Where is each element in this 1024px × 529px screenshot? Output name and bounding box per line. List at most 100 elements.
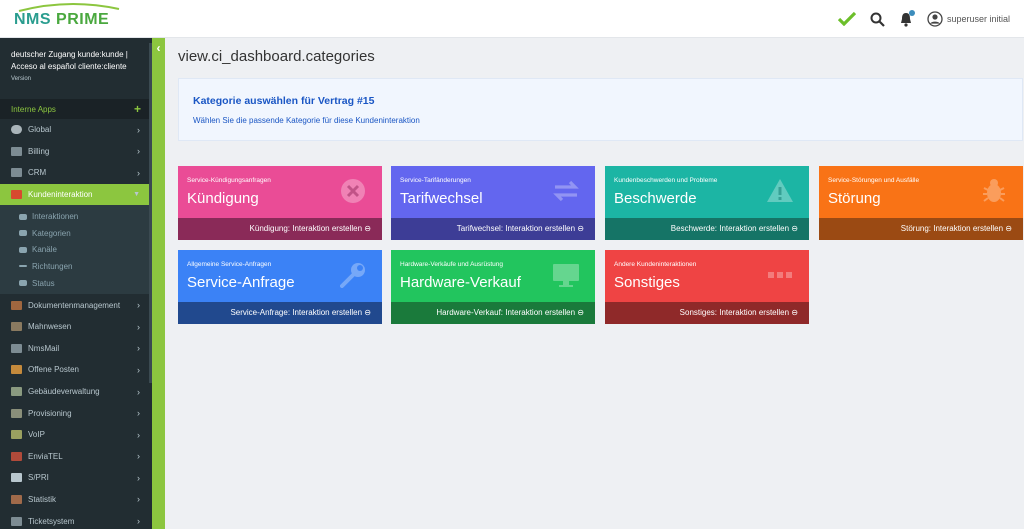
sidebar-item-kundeninteraktion[interactable]: Kundeninteraktion ▼ [0, 183, 152, 206]
sidebar-item-billing[interactable]: Billing › [0, 141, 152, 163]
crm-icon [11, 168, 22, 178]
box-title: Service-Anfrage [187, 274, 295, 291]
box-subtitle: Hardware-Verkäufe und Ausrüstung [400, 261, 503, 268]
sidebar-item-global[interactable]: Global › [0, 119, 152, 141]
box-footer-link[interactable]: Service-Anfrage: Interaktion erstellen ⊖ [178, 302, 382, 324]
box-body: Kundenbeschwerden und Probleme Beschwerd… [605, 166, 809, 218]
callout-title: Kategorie auswählen für Vertrag #15 [193, 95, 375, 107]
status-ok-icon[interactable] [837, 0, 856, 38]
search-icon[interactable] [870, 0, 885, 38]
document-icon [11, 300, 22, 310]
sidebar-item-spri[interactable]: S/PRI › [0, 467, 152, 489]
sidebar-item-label: Dokumentenmanagement [28, 300, 121, 310]
comments-icon [19, 246, 27, 253]
box-footer-link[interactable]: Beschwerde: Interaktion erstellen ⊖ [605, 218, 809, 240]
box-footer-link[interactable]: Tarifwechsel: Interaktion erstellen ⊖ [391, 218, 595, 240]
box-body: Allgemeine Service-Anfragen Service-Anfr… [178, 250, 382, 302]
chevron-right-icon: › [137, 451, 140, 462]
sidebar-item-label: NmsMail [28, 343, 60, 353]
warning-icon [767, 179, 793, 202]
box-body: Service-Störungen und Ausfälle Störung [819, 166, 1023, 218]
sidebar-subitem-kategorien[interactable]: Kategorien [0, 225, 152, 242]
sidebar-item-nmsmail[interactable]: NmsMail › [0, 338, 152, 360]
bug-icon [983, 179, 1005, 202]
chevron-right-icon: › [137, 300, 140, 311]
subitem-label: Kanäle [32, 245, 57, 255]
add-app-icon[interactable]: + [134, 102, 141, 116]
box-title: Störung [828, 190, 881, 207]
section-header-interne-apps: Interne Apps + [0, 99, 152, 119]
user-menu[interactable]: superuser initial [927, 0, 1020, 38]
chevron-right-icon: › [137, 386, 140, 397]
sidebar: deutscher Zugang kunde:kunde | Acceso al… [0, 38, 152, 529]
chevron-right-icon: › [137, 516, 140, 527]
sidebar-item-label: Offene Posten [28, 365, 79, 375]
box-body: Andere Kundeninteraktionen Sonstiges [605, 250, 809, 302]
sidebar-item-crm[interactable]: CRM › [0, 162, 152, 184]
sidebar-subitem-interaktionen[interactable]: Interaktionen [0, 208, 152, 225]
bell-icon[interactable] [899, 0, 915, 38]
top-navbar: NMS PRIME superuser initial [0, 0, 1024, 38]
category-box-stoerung: Service-Störungen und Ausfälle Störung S… [819, 166, 1023, 240]
box-title: Tarifwechsel [400, 190, 483, 207]
mail-icon [11, 343, 22, 353]
box-subtitle: Service-Tarifänderungen [400, 177, 471, 184]
chevron-right-icon: › [137, 364, 140, 375]
sidebar-item-voip[interactable]: VoIP › [0, 424, 152, 446]
user-panel-line2: Acceso al español cliente:cliente [11, 62, 127, 71]
sidebar-item-statistik[interactable]: Statistik › [0, 489, 152, 511]
sidebar-item-label: Statistik [28, 494, 57, 504]
sidebar-item-offene-posten[interactable]: Offene Posten › [0, 359, 152, 381]
chevron-right-icon: › [137, 494, 140, 505]
sidebar-subitem-status[interactable]: Status [0, 275, 152, 292]
ticket-icon [11, 516, 22, 526]
box-footer-link[interactable]: Sonstiges: Interaktion erstellen ⊖ [605, 302, 809, 324]
sidebar-item-label: EnviaTEL [28, 451, 63, 461]
sidebar-item-label: CRM [28, 168, 47, 178]
user-panel: deutscher Zugang kunde:kunde | Acceso al… [0, 38, 152, 98]
sidebar-item-enviatel[interactable]: EnviaTEL › [0, 446, 152, 468]
category-box-beschwerde: Kundenbeschwerden und Probleme Beschwerd… [605, 166, 809, 240]
sidebar-subitem-kanaele[interactable]: Kanäle [0, 242, 152, 259]
arrows-h-icon [19, 265, 27, 268]
sidebar-subitem-richtungen[interactable]: Richtungen [0, 258, 152, 275]
category-box-tarifwechsel: Service-Tarifänderungen Tarifwechsel Tar… [391, 166, 595, 240]
provisioning-icon [11, 408, 22, 418]
subitem-label: Interaktionen [32, 212, 79, 222]
sidebar-item-dokumentenmanagement[interactable]: Dokumentenmanagement › [0, 294, 152, 316]
subitem-label: Kategorien [32, 228, 71, 238]
sidebar-collapse-icon[interactable]: ‹ [152, 40, 165, 56]
sidebar-item-label: Gebäudeverwaltung [28, 387, 100, 397]
sidebar-item-label: VoIP [28, 430, 45, 440]
subitem-label: Status [32, 278, 55, 288]
sidebar-item-label: Billing [28, 146, 50, 156]
flag-icon [19, 280, 27, 287]
box-footer-link[interactable]: Hardware-Verkauf: Interaktion erstellen … [391, 302, 595, 324]
enviatel-icon [11, 451, 22, 461]
bar-chart-icon [11, 494, 22, 504]
sidebar-item-mahnwesen[interactable]: Mahnwesen › [0, 316, 152, 338]
sidebar-item-gebaeudeverwaltung[interactable]: Gebäudeverwaltung › [0, 381, 152, 403]
sidebar-item-label: Ticketsystem [28, 516, 75, 526]
box-subtitle: Kundenbeschwerden und Probleme [614, 177, 718, 184]
submenu-kundeninteraktion: Interaktionen Kategorien Kanäle Richtung… [0, 205, 152, 295]
chevron-right-icon: › [137, 124, 140, 135]
chevron-right-icon: › [137, 343, 140, 354]
sidebar-item-provisioning[interactable]: Provisioning › [0, 402, 152, 424]
monitor-icon [553, 264, 579, 287]
mahnwesen-icon [11, 322, 22, 332]
box-title: Beschwerde [614, 190, 697, 207]
sidebar-item-label: Provisioning [28, 408, 72, 418]
sidebar-item-ticketsystem[interactable]: Ticketsystem › [0, 510, 152, 529]
box-title: Sonstiges [614, 274, 680, 291]
chevron-right-icon: › [137, 408, 140, 419]
box-footer-link[interactable]: Kündigung: Interaktion erstellen ⊖ [178, 218, 382, 240]
logo[interactable]: NMS PRIME [14, 2, 120, 32]
box-footer-link[interactable]: Störung: Interaktion erstellen ⊖ [819, 218, 1023, 240]
chevron-right-icon: › [137, 472, 140, 483]
version-label: Version [11, 76, 32, 82]
times-circle-icon [341, 179, 365, 203]
category-box-sonstiges: Andere Kundeninteraktionen Sonstiges Son… [605, 250, 809, 324]
notification-badge [908, 10, 915, 16]
wrench-icon [340, 263, 365, 288]
